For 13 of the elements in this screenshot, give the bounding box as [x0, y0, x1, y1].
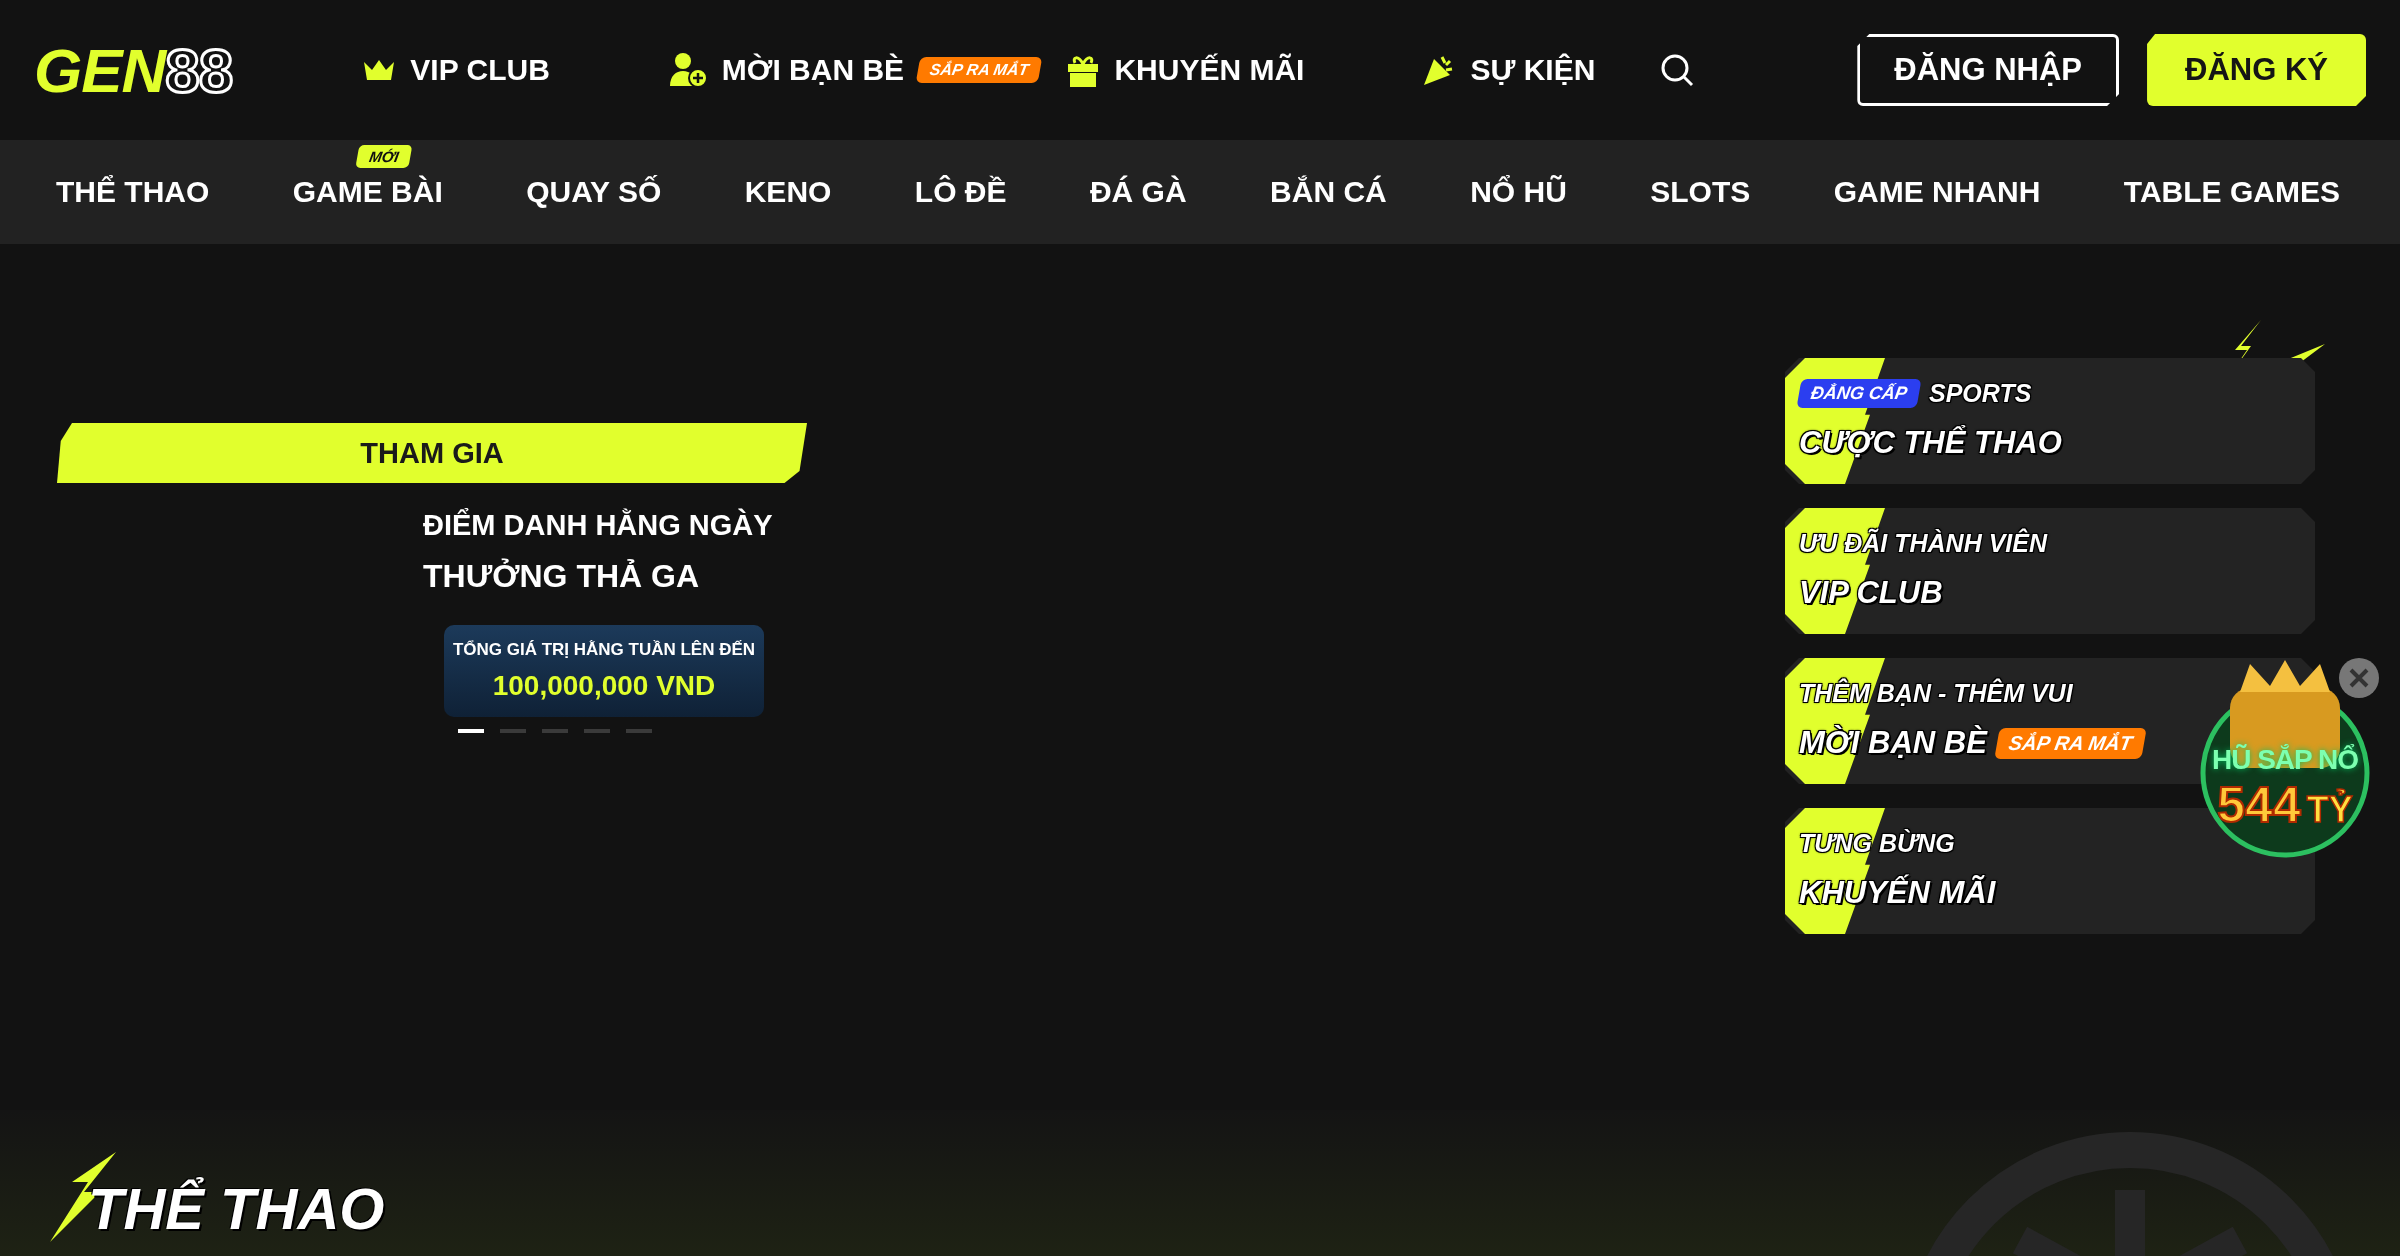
tag: ĐẲNG CẤP [1796, 378, 1922, 408]
new-badge: MỚI [355, 145, 413, 168]
section-title: THỂ THAO [88, 1175, 385, 1242]
banner-headline: ĐIỂM DANH HẰNG NGÀY [423, 509, 774, 542]
promo-kicker: TƯNG BỪNG [1799, 828, 1955, 858]
banner-headline: THƯỞNG THẢ GA [423, 558, 701, 595]
promo-kicker: THÊM BẠN - THÊM VUI [1799, 678, 2073, 708]
promo-title: VIP CLUB [1799, 575, 1943, 611]
prize-label: TỔNG GIÁ TRỊ HẰNG TUẦN LÊN ĐẾN [452, 640, 756, 660]
prize-value: 100,000,000 VND [492, 670, 716, 702]
coming-soon-badge: SẮP RA MẮT [1994, 727, 2147, 759]
promo-title: MỜI BẠN BÈ [1799, 725, 1987, 761]
promo-kicker: SPORTS [1929, 378, 2032, 408]
